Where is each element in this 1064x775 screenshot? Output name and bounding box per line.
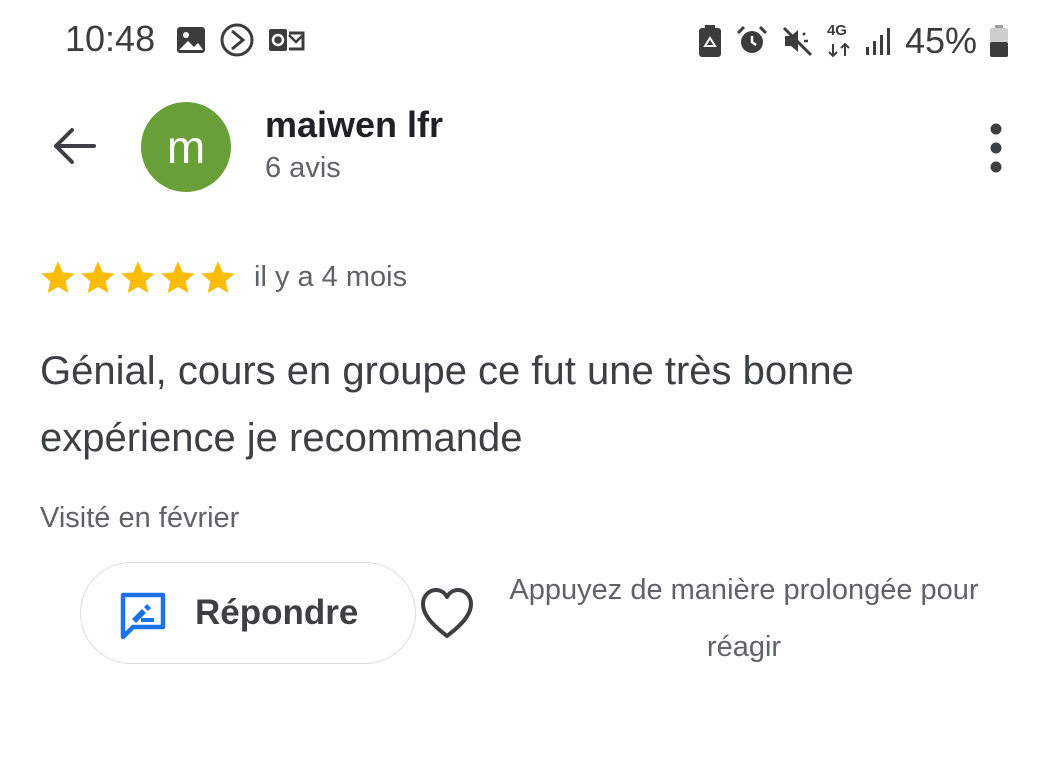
reply-label: Répondre xyxy=(195,593,359,632)
react-hint: Appuyez de manière prolongée pour réagir xyxy=(509,574,979,663)
back-arrow-icon[interactable] xyxy=(48,120,100,172)
network-4g-icon: 4G xyxy=(826,22,853,58)
reviewer-name[interactable]: maiwen lfr xyxy=(265,104,443,146)
review-count: 6 avis xyxy=(265,152,341,184)
battery-icon xyxy=(990,25,1008,57)
notification-icons xyxy=(175,22,305,58)
network-label: 4G xyxy=(826,22,847,39)
review-text: Génial, cours en groupe ce fut une très … xyxy=(40,349,854,460)
battery-percent: 45% xyxy=(904,20,977,61)
circle-play-icon xyxy=(220,23,254,57)
outlook-icon xyxy=(269,29,305,51)
reply-icon xyxy=(120,592,166,639)
more-options-icon[interactable] xyxy=(978,120,1014,176)
star-rating xyxy=(38,258,238,298)
visit-info: Visité en février xyxy=(40,502,240,534)
star-icon xyxy=(121,261,155,293)
system-status-icons: 4G 45% xyxy=(697,20,1009,62)
status-bar: 10:48 4G 45% xyxy=(0,0,1064,80)
star-icon xyxy=(41,261,75,293)
mute-icon xyxy=(782,26,812,57)
review-detail-screen: 10:48 4G 45% m maiwen lfr 6 avis il y a … xyxy=(0,0,1064,775)
alarm-icon xyxy=(736,25,767,53)
review-time: il y a 4 mois xyxy=(254,261,408,293)
image-icon xyxy=(177,27,205,53)
star-icon xyxy=(81,261,115,293)
star-icon xyxy=(161,261,195,293)
recycle-battery-icon xyxy=(698,25,721,57)
avatar[interactable]: m xyxy=(141,102,231,192)
star-icon xyxy=(201,261,235,293)
heart-icon[interactable] xyxy=(417,584,477,644)
reply-button[interactable]: Répondre xyxy=(80,562,416,664)
signal-icon xyxy=(865,28,890,55)
status-clock: 10:48 xyxy=(65,18,156,59)
